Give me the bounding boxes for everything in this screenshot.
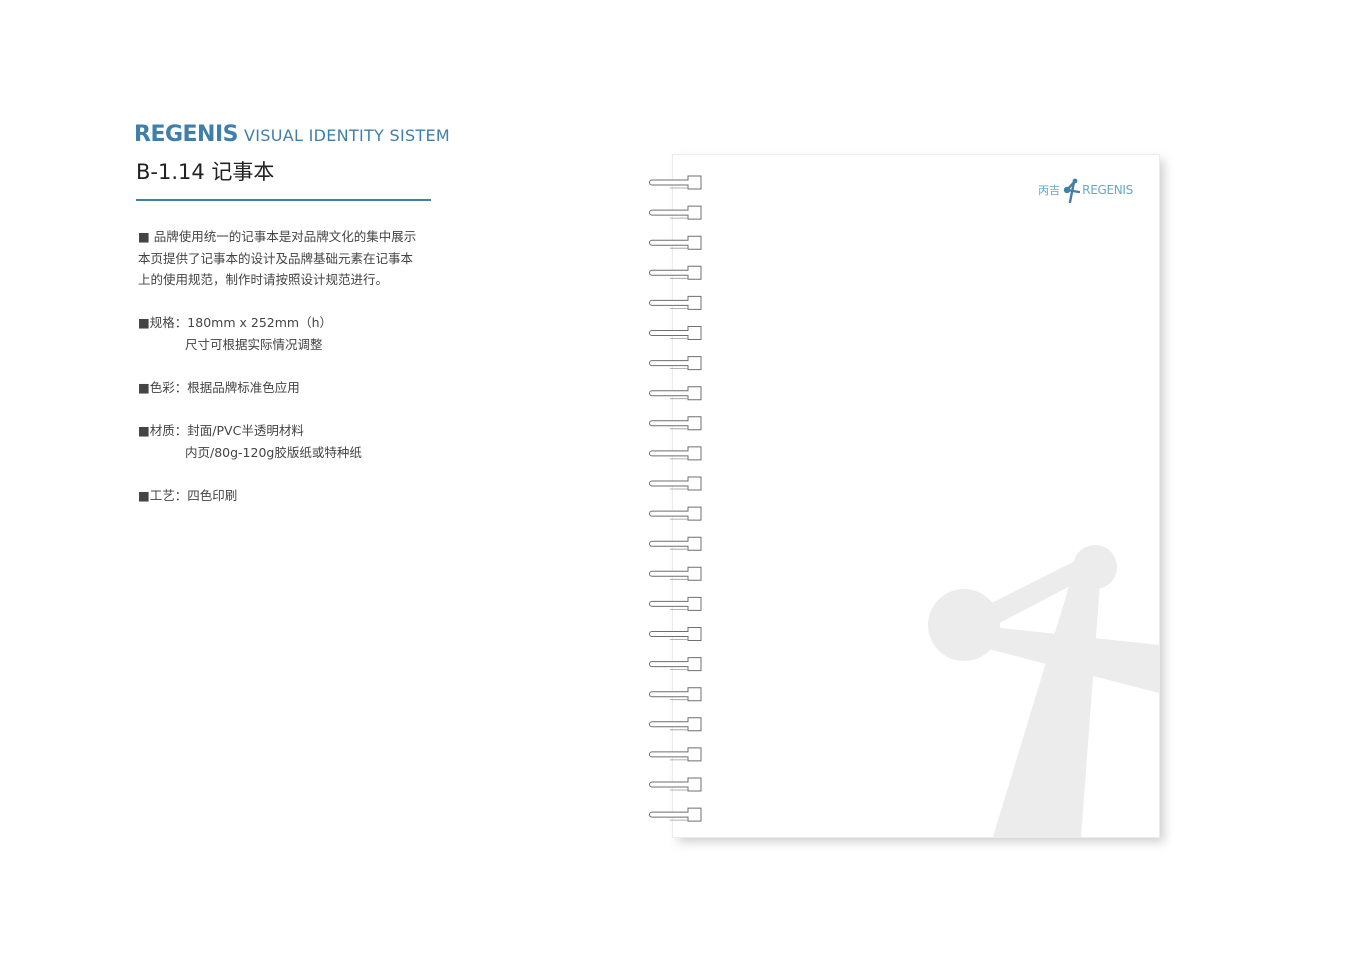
brand-name: REGENIS bbox=[134, 122, 239, 147]
spec-size: ■规格：180mm x 252mm（h） 尺寸可根据实际情况调整 bbox=[138, 312, 332, 355]
binding-ring bbox=[649, 657, 702, 672]
binding-ring bbox=[649, 596, 702, 611]
spiral-binding bbox=[649, 175, 702, 822]
binding-ring bbox=[649, 386, 702, 401]
page-title: B-1.14 记事本 bbox=[136, 160, 275, 184]
binding-ring bbox=[649, 627, 702, 641]
description-line: ■ 品牌使用统一的记事本是对品牌文化的集中展示 bbox=[138, 229, 417, 244]
spec-color: ■色彩：根据品牌标准色应用 bbox=[138, 377, 300, 399]
regenis-r-icon bbox=[1063, 178, 1081, 203]
binding-ring bbox=[649, 326, 702, 340]
notebook-cover: 丙吉 REGENIS bbox=[672, 154, 1160, 838]
brand-subtitle: VISUAL IDENTITY SISTEM bbox=[244, 126, 451, 145]
description: ■ 品牌使用统一的记事本是对品牌文化的集中展示 本页提供了记事本的设计及品牌基础… bbox=[138, 226, 438, 291]
spec-material-line: ■材质：封面/PVC半透明材料 bbox=[138, 423, 304, 438]
spec-material: ■材质：封面/PVC半透明材料 内页/80g-120g胶版纸或特种纸 bbox=[138, 420, 362, 463]
binding-ring bbox=[649, 446, 702, 461]
logo-cn-text: 丙吉 bbox=[1038, 184, 1061, 197]
notebook-mockup: 丙吉 REGENIS bbox=[646, 152, 1166, 844]
brand-line: REGENIS VISUAL IDENTITY SISTEM bbox=[134, 122, 450, 147]
binding-ring bbox=[649, 506, 702, 521]
header: REGENIS VISUAL IDENTITY SISTEM bbox=[134, 122, 450, 147]
binding-ring bbox=[649, 687, 702, 702]
description-line: 上的使用规范，制作时请按照设计规范进行。 bbox=[138, 272, 389, 287]
watermark-logo-graphic bbox=[928, 545, 1159, 837]
notebook-logo: 丙吉 REGENIS bbox=[1038, 177, 1133, 203]
binding-ring bbox=[649, 356, 702, 371]
title-divider bbox=[136, 199, 431, 201]
spec-craft: ■工艺：四色印刷 bbox=[138, 485, 237, 507]
binding-ring bbox=[649, 777, 702, 792]
binding-ring bbox=[649, 235, 702, 250]
logo-en-text: REGENIS bbox=[1082, 183, 1133, 197]
spec-size-note: 尺寸可根据实际情况调整 bbox=[185, 336, 323, 352]
spec-color-line: ■色彩：根据品牌标准色应用 bbox=[138, 380, 300, 395]
binding-ring bbox=[649, 747, 702, 762]
spec-size-line: ■规格：180mm x 252mm（h） bbox=[138, 315, 333, 330]
binding-ring bbox=[649, 205, 702, 220]
binding-ring bbox=[649, 265, 702, 280]
binding-ring bbox=[649, 416, 702, 431]
description-line: 本页提供了记事本的设计及品牌基础元素在记事本 bbox=[138, 250, 414, 266]
binding-ring bbox=[649, 717, 702, 732]
binding-ring bbox=[649, 295, 702, 310]
spec-craft-line: ■工艺：四色印刷 bbox=[138, 488, 238, 503]
spec-material-note: 内页/80g-120g胶版纸或特种纸 bbox=[185, 444, 362, 460]
binding-ring bbox=[649, 476, 702, 491]
binding-ring bbox=[649, 536, 702, 551]
binding-ring bbox=[649, 807, 702, 822]
binding-ring bbox=[649, 175, 702, 190]
binding-ring bbox=[649, 566, 702, 581]
